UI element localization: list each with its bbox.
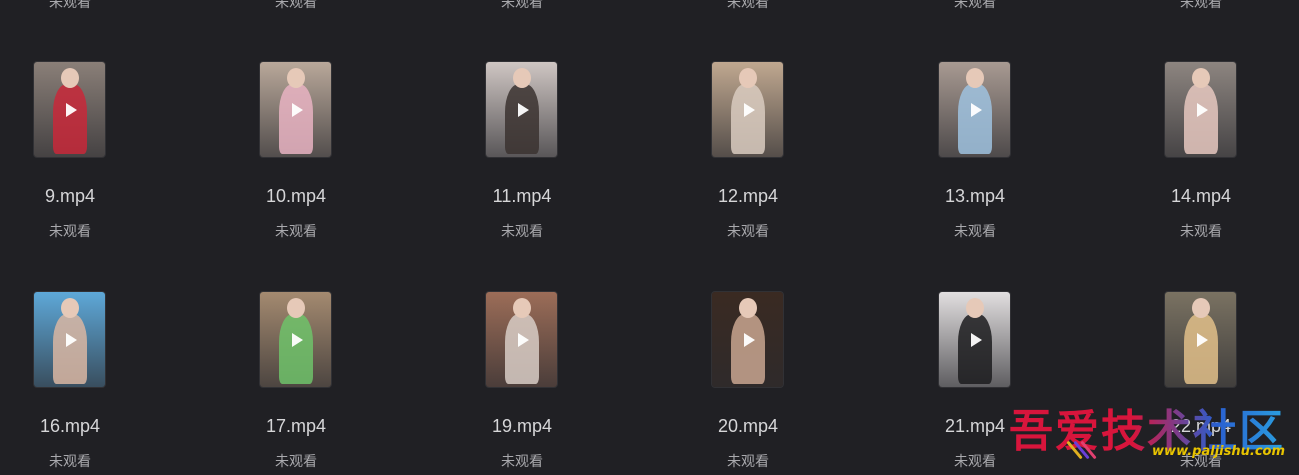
video-thumbnail[interactable] — [260, 62, 331, 157]
watch-status: 未观看 — [49, 224, 91, 240]
play-icon — [1196, 332, 1208, 347]
thumbnail-figure — [730, 314, 765, 384]
thumbnail-figure — [957, 314, 992, 384]
video-thumbnail[interactable] — [1165, 62, 1236, 157]
play-icon — [517, 102, 529, 117]
thumbnail-figure — [1183, 84, 1218, 154]
watch-status: 未观看 — [727, 224, 769, 240]
play-icon — [1196, 102, 1208, 117]
thumbnail-head — [512, 298, 531, 318]
video-thumbnail[interactable] — [486, 62, 557, 157]
video-thumbnail[interactable] — [486, 292, 557, 387]
thumbnail-head — [286, 298, 305, 318]
thumbnail-head — [60, 298, 79, 318]
video-thumbnail[interactable] — [712, 292, 783, 387]
thumbnail-figure — [957, 84, 992, 154]
thumbnail-figure — [52, 84, 87, 154]
play-icon — [65, 332, 77, 347]
thumbnail-figure — [504, 84, 539, 154]
file-name[interactable]: 16.mp4 — [0, 416, 170, 437]
watermark-url: www.paljishu.com — [1152, 444, 1285, 459]
watch-status: 未观看 — [1180, 224, 1222, 240]
video-thumbnail[interactable] — [34, 292, 105, 387]
file-name[interactable]: 19.mp4 — [422, 416, 622, 437]
thumbnail-head — [512, 68, 531, 88]
play-icon — [65, 102, 77, 117]
play-icon — [743, 102, 755, 117]
video-thumbnail[interactable] — [712, 62, 783, 157]
thumbnail-figure — [278, 314, 313, 384]
watermark-stripes-icon — [1066, 437, 1099, 463]
thumbnail-head — [965, 68, 984, 88]
watermark-logo: 吾爱技术社区 www.paljishu.com — [985, 395, 1285, 473]
thumbnail-head — [965, 298, 984, 318]
file-name[interactable]: 11.mp4 — [422, 186, 622, 207]
file-name[interactable]: 17.mp4 — [196, 416, 396, 437]
file-name[interactable]: 13.mp4 — [875, 186, 1075, 207]
video-thumbnail[interactable] — [34, 62, 105, 157]
play-icon — [517, 332, 529, 347]
video-thumbnail[interactable] — [939, 62, 1010, 157]
watch-status: 未观看 — [49, 454, 91, 470]
watch-status: 未观看 — [1180, 0, 1222, 11]
thumbnail-figure — [278, 84, 313, 154]
thumbnail-figure — [504, 314, 539, 384]
watch-status: 未观看 — [501, 454, 543, 470]
watch-status: 未观看 — [954, 0, 996, 11]
file-name[interactable]: 10.mp4 — [196, 186, 396, 207]
thumbnail-head — [60, 68, 79, 88]
play-icon — [291, 332, 303, 347]
video-thumbnail[interactable] — [260, 292, 331, 387]
file-name[interactable]: 9.mp4 — [0, 186, 170, 207]
thumbnail-figure — [1183, 314, 1218, 384]
watch-status: 未观看 — [501, 0, 543, 11]
watch-status: 未观看 — [727, 454, 769, 470]
play-icon — [970, 332, 982, 347]
play-icon — [970, 102, 982, 117]
thumbnail-head — [738, 68, 757, 88]
video-thumbnail[interactable] — [939, 292, 1010, 387]
thumbnail-head — [738, 298, 757, 318]
watch-status: 未观看 — [727, 0, 769, 11]
watch-status: 未观看 — [275, 224, 317, 240]
file-name[interactable]: 14.mp4 — [1101, 186, 1299, 207]
watch-status: 未观看 — [954, 224, 996, 240]
thumbnail-head — [1191, 298, 1210, 318]
watch-status: 未观看 — [275, 454, 317, 470]
thumbnail-head — [286, 68, 305, 88]
video-thumbnail[interactable] — [1165, 292, 1236, 387]
thumbnail-figure — [52, 314, 87, 384]
thumbnail-figure — [730, 84, 765, 154]
play-icon — [743, 332, 755, 347]
watch-status: 未观看 — [49, 0, 91, 11]
thumbnail-head — [1191, 68, 1210, 88]
file-name[interactable]: 20.mp4 — [648, 416, 848, 437]
watch-status: 未观看 — [501, 224, 543, 240]
play-icon — [291, 102, 303, 117]
watch-status: 未观看 — [275, 0, 317, 11]
file-name[interactable]: 12.mp4 — [648, 186, 848, 207]
